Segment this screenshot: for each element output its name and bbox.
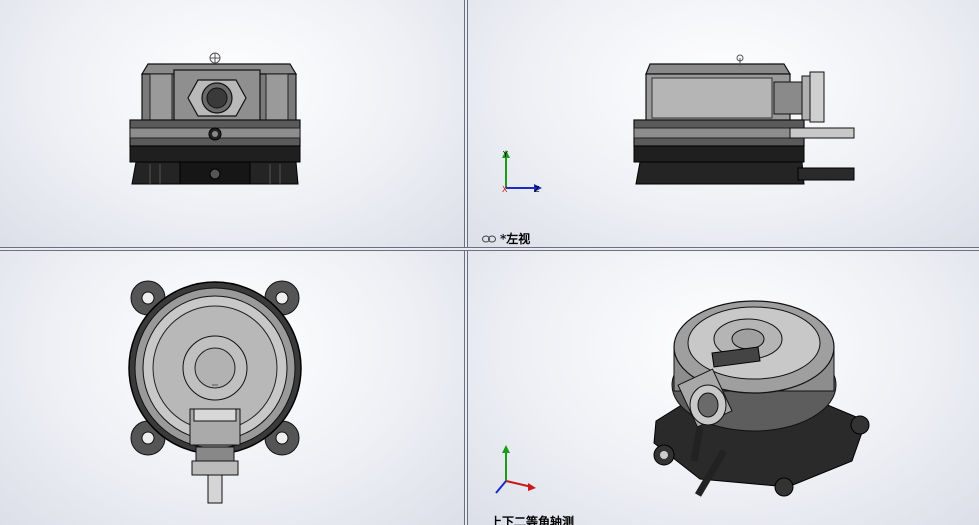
link-icon: [482, 235, 496, 242]
triad-y-label: Y: [503, 150, 508, 159]
viewport-left[interactable]: Y Z X *左视: [468, 0, 979, 247]
viewport-front[interactable]: [0, 0, 464, 247]
bottom-view-model: [128, 280, 302, 504]
triad-x-label: X: [502, 185, 508, 194]
view-label-iso-text: 上下二等角轴测: [490, 515, 575, 525]
front-view-model: [129, 52, 301, 185]
viewport-splitter-horizontal[interactable]: [0, 247, 979, 251]
left-view-model: [633, 54, 855, 185]
view-label-left-text: *左视: [500, 232, 531, 246]
triad-iso-icon: [495, 445, 536, 494]
view-label-iso: 上下二等角轴测: [490, 513, 574, 525]
triad-z-label: Z: [534, 185, 540, 194]
viewport-iso[interactable]: 上下二等角轴测: [468, 251, 979, 525]
origin-icon: [209, 52, 221, 64]
viewport-splitter-vertical[interactable]: [464, 0, 468, 525]
view-label-left: *左视: [482, 230, 530, 247]
viewport-bottom[interactable]: [0, 251, 464, 525]
